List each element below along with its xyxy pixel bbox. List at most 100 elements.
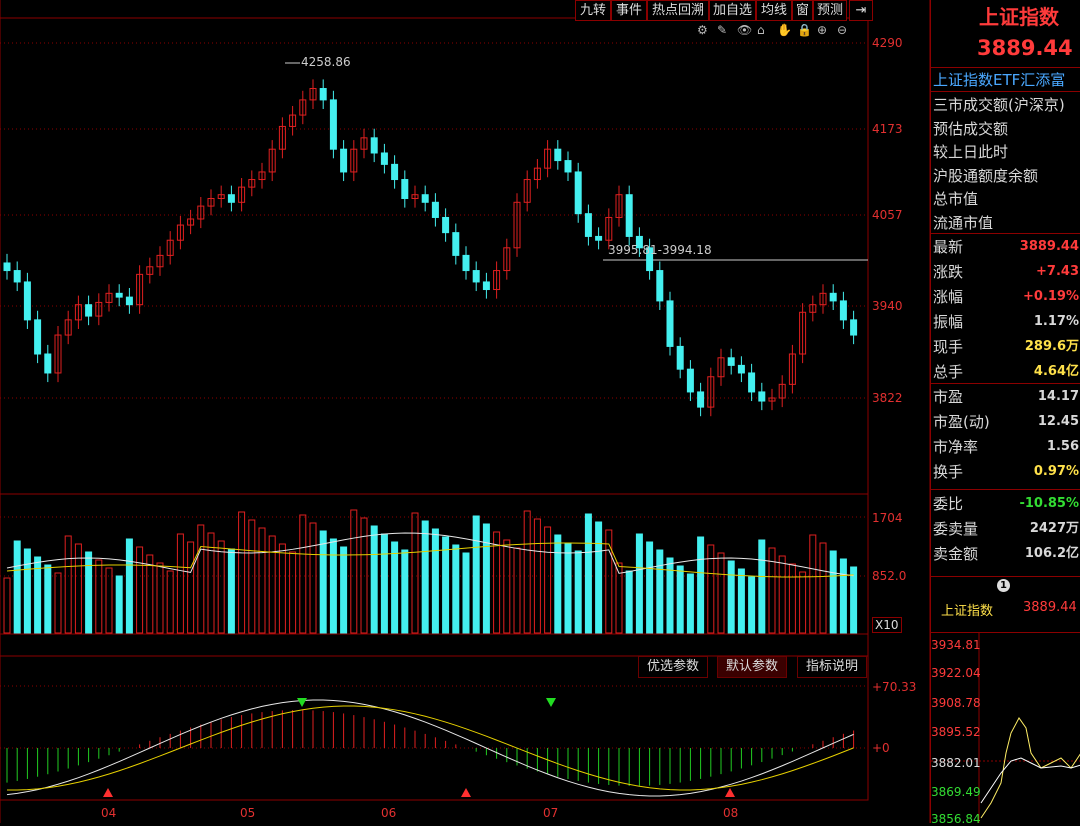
toolbar-button-6[interactable]: 预测 <box>813 0 847 21</box>
volume-bar <box>809 534 817 634</box>
chart-tool-icon[interactable]: ⊖ <box>837 23 847 37</box>
mini-tick: 3869.49 <box>931 785 981 799</box>
quote-label: 市盈 <box>933 388 964 406</box>
volume-bar <box>248 519 256 634</box>
candle-body <box>44 353 52 374</box>
quote-label: 卖金额 <box>933 545 979 563</box>
chart-tool-icon[interactable]: 🔒 <box>797 23 812 37</box>
volume-bar <box>380 533 388 634</box>
chart-tool-icon[interactable]: ✋ <box>777 23 792 37</box>
quote-value: +0.19% <box>1023 289 1079 304</box>
quote-value: 289.6万 <box>1024 339 1079 354</box>
candle-body <box>850 319 858 336</box>
chart-tool-icon[interactable]: ⌂ <box>757 23 765 37</box>
volume-bar <box>176 533 184 634</box>
tab-indicator-help[interactable]: 指标说明 <box>797 656 868 678</box>
volume-bar <box>554 534 562 634</box>
toolbar-button-5[interactable]: 窗 <box>792 0 813 21</box>
sell-signal-arrow-icon <box>546 698 556 707</box>
volume-bar <box>44 564 52 634</box>
etf-link[interactable]: 上证指数ETF汇添富 <box>933 69 1080 90</box>
quote-value: 12.45 <box>1037 414 1079 429</box>
toolbar-button-3[interactable]: 加自选 <box>709 0 756 21</box>
quote-value: +7.43 <box>1036 264 1079 279</box>
volume-bar <box>605 529 613 634</box>
info-row: 预估成交额 <box>931 117 1080 141</box>
volume-bar <box>115 575 123 634</box>
date-label: 06 <box>381 806 397 820</box>
chart-area[interactable]: 九转 事件 热点回溯 加自选 均线窗预测 ⚙ ✎ 👁 ⌂ ✋ 🔒 ⊕ ⊖ ⇥ 4290 4173 40… <box>0 0 930 823</box>
candle-body <box>319 88 327 101</box>
quote-row: 换手 0.97% <box>931 460 1080 484</box>
quote-value: 1.17% <box>1033 314 1079 329</box>
date-label: 07 <box>543 806 559 820</box>
toolbar-button-1[interactable]: 事件 <box>611 0 647 21</box>
candle-body <box>431 201 439 218</box>
quote-row: 委比 -10.85% <box>931 492 1080 516</box>
volume-bar <box>686 573 694 634</box>
volume-bar <box>442 536 450 634</box>
macd-tick: +0 <box>872 741 890 755</box>
quote-label: 涨幅 <box>933 288 964 306</box>
kline-chart-svg[interactable] <box>0 0 930 823</box>
candle-body <box>584 213 592 237</box>
sell-signal-arrow-icon <box>297 698 307 707</box>
volume-bar <box>513 547 521 634</box>
volume-bar <box>340 546 348 634</box>
volume-bar <box>238 511 246 634</box>
volume-bar <box>146 554 154 634</box>
chart-tool-icon[interactable]: ✎ <box>717 23 727 37</box>
tab-optimized-params[interactable]: 优选参数 <box>638 656 709 678</box>
volume-bar <box>646 541 654 634</box>
candle-body <box>676 345 684 370</box>
quote-row: 市盈 14.17 <box>931 385 1080 409</box>
quote-label: 委卖量 <box>933 520 979 538</box>
candle-body <box>727 357 735 366</box>
quote-row: 现手 289.6万 <box>931 335 1080 359</box>
candle-body <box>34 319 42 355</box>
mini-tick: 3856.84 <box>931 812 981 826</box>
price-tick: 4290 <box>872 36 903 50</box>
toolbar-button-4[interactable]: 均线 <box>756 0 792 21</box>
quote-label: 最新 <box>933 238 964 256</box>
info-row: 较上日此时 <box>931 140 1080 164</box>
exit-icon[interactable]: ⇥ <box>849 0 873 21</box>
volume-bar <box>839 558 847 634</box>
chart-tool-icon[interactable]: 👁 <box>737 23 752 37</box>
date-label: 05 <box>240 806 256 820</box>
candle-body <box>686 368 694 393</box>
volume-bar <box>584 513 592 634</box>
volume-bar <box>95 559 103 634</box>
quote-label: 三市成交额(沪深京) <box>933 96 1065 114</box>
candle-body <box>666 300 674 347</box>
chart-tool-icon[interactable]: ⊕ <box>817 23 827 37</box>
price-tick: 3940 <box>872 299 903 313</box>
candle-body <box>595 235 603 241</box>
tab-default-params[interactable]: 默认参数 <box>717 656 788 678</box>
volume-bar <box>493 531 501 634</box>
mini-badge[interactable]: 1 <box>997 579 1010 592</box>
quote-row: 涨幅 +0.19% <box>931 285 1080 309</box>
toolbar-button-0[interactable]: 九转 <box>575 0 611 21</box>
volume-bar <box>401 549 409 634</box>
quote-row: 振幅 1.17% <box>931 310 1080 334</box>
candle-body <box>574 171 582 215</box>
candle-body <box>380 152 388 165</box>
volume-bar <box>737 568 745 634</box>
volume-bar <box>54 572 62 634</box>
macd-tick: +70.33 <box>872 680 917 694</box>
price-tick: 3822 <box>872 391 903 405</box>
toolbar-button-2[interactable]: 热点回溯 <box>647 0 709 21</box>
mini-price-line <box>980 717 1080 819</box>
volume-bar <box>3 577 11 634</box>
volume-bar <box>258 527 266 634</box>
candle-body <box>329 99 337 150</box>
volume-bar <box>64 535 72 634</box>
quote-label: 委比 <box>933 495 964 513</box>
mini-tick: 3908.78 <box>931 696 981 710</box>
quote-label: 流通市值 <box>933 213 994 232</box>
quote-value: 2427万 <box>1029 521 1079 536</box>
chart-tool-icon[interactable]: ⚙ <box>697 23 708 37</box>
volume-bar <box>452 544 460 634</box>
macd-dif-line <box>6 699 854 797</box>
